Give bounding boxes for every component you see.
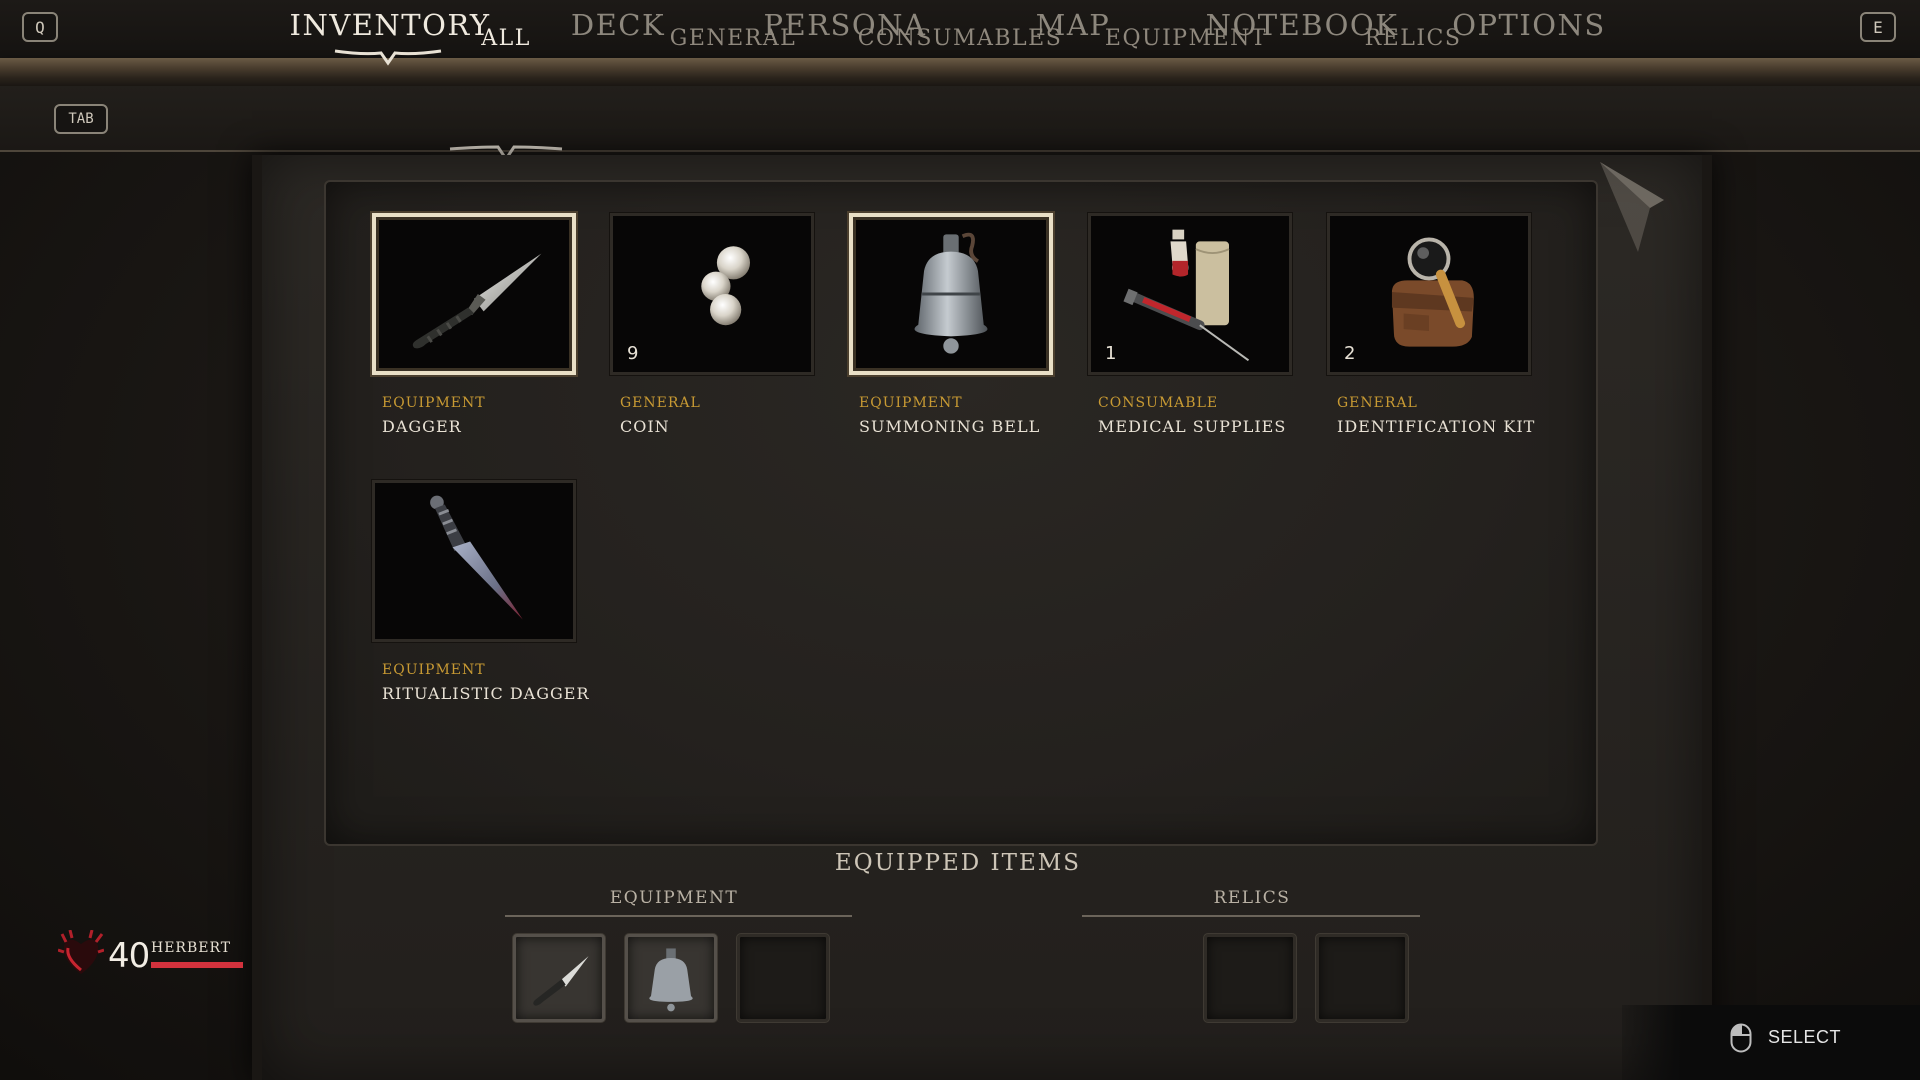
item-slot-frame[interactable] (849, 213, 1053, 375)
item-slot-frame[interactable]: 1 (1088, 213, 1292, 375)
item-name: COIN (620, 417, 670, 436)
category-filter-bar (0, 86, 1920, 152)
item-category: GENERAL (620, 395, 701, 411)
item-category: CONSUMABLE (1098, 395, 1219, 411)
active-tab-caret-icon (334, 49, 442, 66)
relics-divider (1082, 915, 1420, 917)
select-label: SELECT (1768, 1027, 1842, 1047)
prev-tab-key-label: Q (35, 17, 45, 37)
tab-key-label: TAB (68, 111, 94, 127)
item-quantity: 9 (627, 343, 639, 364)
item-slot-frame[interactable] (372, 213, 576, 375)
dagger-icon (533, 956, 589, 1006)
item-quantity: 1 (1105, 343, 1117, 364)
item-slot-frame[interactable]: 9 (610, 213, 814, 375)
dagger-icon (412, 253, 542, 349)
player-status: 40 HERBERT (58, 930, 248, 980)
nav-tab-options[interactable]: OPTIONS (1452, 8, 1606, 42)
filter-tab-general[interactable]: GENERAL (670, 26, 797, 51)
equipped-equipment-label: EQUIPMENT (609, 888, 739, 908)
inventory-item-coin[interactable]: 9 GENERAL COIN (610, 213, 814, 436)
identification-kit-icon (1391, 237, 1474, 347)
page-corner-fold-icon (1600, 162, 1664, 252)
equipped-items-title: EQUIPPED ITEMS (834, 850, 1082, 876)
filter-tab-equipment[interactable]: EQUIPMENT (1105, 26, 1267, 51)
ritualistic-dagger-icon (430, 495, 523, 620)
prev-tab-key-badge[interactable]: Q (22, 12, 58, 42)
player-health-bar (151, 962, 243, 968)
player-name: HERBERT (151, 940, 232, 956)
inventory-item-summoning-bell[interactable]: EQUIPMENT SUMMONING BELL (849, 213, 1053, 436)
inventory-item-dagger[interactable]: EQUIPMENT DAGGER (372, 213, 576, 436)
bell-icon (914, 232, 988, 354)
filter-tab-all[interactable]: ALL (481, 26, 531, 51)
equipment-slot-2[interactable] (625, 934, 717, 1022)
filter-tab-relics[interactable]: RELICS (1365, 26, 1462, 51)
player-health-bar-fill (151, 962, 243, 968)
equipped-relics-label: RELICS (1213, 888, 1291, 908)
item-category: EQUIPMENT (859, 395, 963, 411)
item-name: SUMMONING BELL (859, 417, 1041, 436)
item-category: GENERAL (1337, 395, 1418, 411)
equipment-divider (505, 915, 852, 917)
inventory-item-ritualistic-dagger[interactable]: EQUIPMENT RITUALISTIC DAGGER (372, 480, 590, 703)
item-slot-frame[interactable] (372, 480, 576, 642)
item-name: MEDICAL SUPPLIES (1098, 417, 1287, 436)
nav-tab-deck[interactable]: DECK (571, 8, 665, 42)
coin-icon (701, 246, 751, 326)
inventory-item-medical-supplies[interactable]: 1 CONSUMABLE MEDICAL SUPPLIES (1088, 213, 1292, 436)
filter-tab-consumables[interactable]: CONSUMABLES (858, 26, 1063, 51)
player-health-value: 40 (108, 936, 150, 976)
relic-slot-2[interactable] (1316, 934, 1408, 1022)
item-name: RITUALISTIC DAGGER (382, 684, 590, 703)
equipment-slot-1[interactable] (513, 934, 605, 1022)
bell-icon (649, 948, 693, 1012)
medical-supplies-icon (1123, 229, 1250, 362)
next-tab-key-label: E (1873, 17, 1883, 37)
next-tab-key-badge[interactable]: E (1860, 12, 1896, 42)
item-quantity: 2 (1344, 343, 1356, 364)
mouse-icon (1730, 1023, 1752, 1053)
item-name: IDENTIFICATION KIT (1337, 417, 1536, 436)
tab-key-badge[interactable]: TAB (54, 104, 108, 134)
nav-tab-inventory[interactable]: INVENTORY (289, 8, 490, 42)
item-category: EQUIPMENT (382, 662, 486, 678)
item-category: EQUIPMENT (382, 395, 486, 411)
item-slot-frame[interactable]: 2 (1327, 213, 1531, 375)
equipment-slot-3[interactable] (737, 934, 829, 1022)
select-prompt: SELECT (1622, 1005, 1920, 1080)
top-navigation-rim (0, 58, 1920, 86)
inventory-item-identification-kit[interactable]: 2 GENERAL IDENTIFICATION KIT (1327, 213, 1536, 436)
heart-icon (58, 930, 104, 974)
relic-slot-1[interactable] (1204, 934, 1296, 1022)
item-name: DAGGER (382, 417, 462, 436)
